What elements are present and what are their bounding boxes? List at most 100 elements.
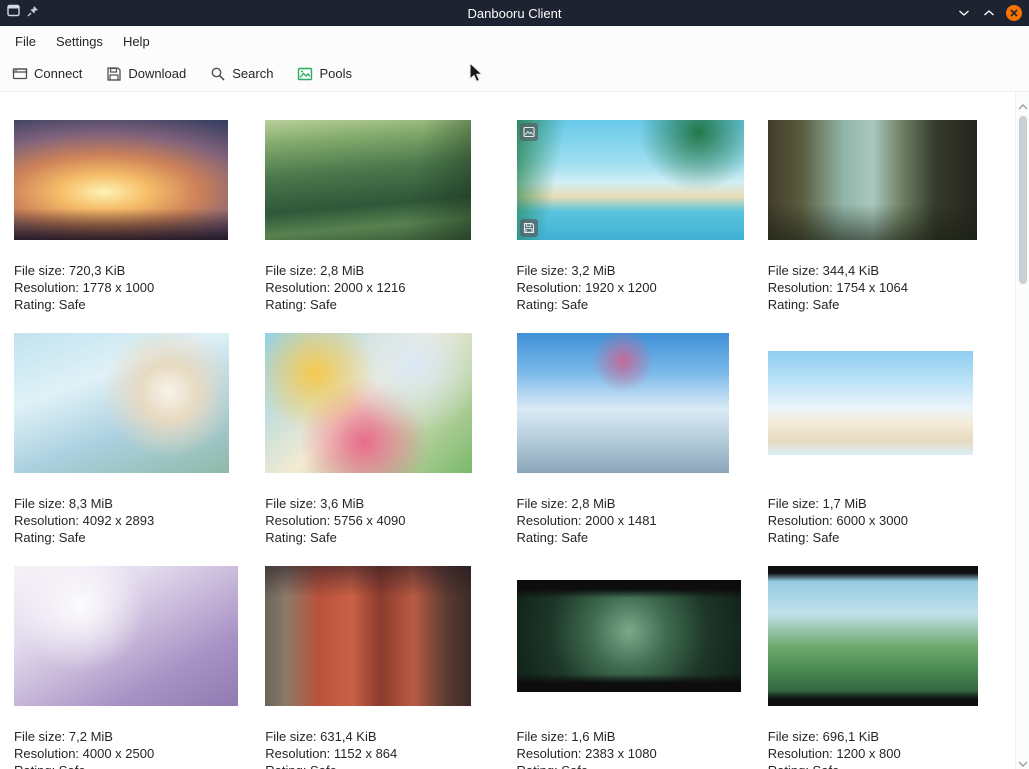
file-size-label: File size: 3,2 MiB	[517, 262, 750, 279]
post-metadata: File size: 8,3 MiB Resolution: 4092 x 28…	[14, 495, 247, 546]
snowy-mountain-thumbnail[interactable]	[14, 566, 238, 706]
two-girls-picnic-thumbnail[interactable]	[265, 333, 472, 473]
resolution-label: Resolution: 1778 x 1000	[14, 279, 247, 296]
cliff-ruins-thumbnail[interactable]	[768, 120, 977, 240]
window-title: Danbooru Client	[0, 6, 1029, 21]
file-size-label: File size: 1,6 MiB	[517, 728, 750, 745]
chevron-down-icon[interactable]	[956, 5, 972, 21]
menu-help[interactable]: Help	[113, 29, 160, 54]
post-metadata: File size: 1,6 MiB Resolution: 2383 x 10…	[517, 728, 750, 769]
gallery-item-two-girls-picnic[interactable]: File size: 3,6 MiB Resolution: 5756 x 40…	[265, 333, 498, 546]
chevron-up-icon[interactable]	[981, 5, 997, 21]
rating-label: Rating: Safe	[768, 529, 1001, 546]
image-overlay-icon	[520, 123, 538, 141]
post-metadata: File size: 720,3 KiB Resolution: 1778 x …	[14, 262, 247, 313]
gallery-item-shrine-gate[interactable]: File size: 631,4 KiB Resolution: 1152 x …	[265, 566, 498, 769]
gallery-item-forest-torii[interactable]: File size: 1,6 MiB Resolution: 2383 x 10…	[517, 566, 750, 769]
gallery-item-beach-sky[interactable]: File size: 1,7 MiB Resolution: 6000 x 30…	[768, 333, 1001, 546]
resolution-label: Resolution: 2383 x 1080	[517, 745, 750, 762]
pin-icon[interactable]	[27, 4, 39, 22]
beach-girl-thumbnail[interactable]	[517, 120, 744, 240]
download-icon	[106, 66, 122, 82]
rating-label: Rating: Safe	[768, 762, 1001, 769]
vertical-scrollbar[interactable]	[1015, 92, 1029, 769]
file-size-label: File size: 8,3 MiB	[14, 495, 247, 512]
rating-label: Rating: Safe	[265, 296, 498, 313]
thumbnail-area	[14, 120, 247, 240]
grassy-arches-thumbnail[interactable]	[768, 566, 978, 706]
post-metadata: File size: 2,8 MiB Resolution: 2000 x 12…	[265, 262, 498, 313]
resolution-label: Resolution: 4000 x 2500	[14, 745, 247, 762]
menu-settings[interactable]: Settings	[46, 29, 113, 54]
beach-sky-thumbnail[interactable]	[768, 351, 973, 455]
menubar: File Settings Help	[0, 26, 1029, 56]
gallery-item-snowy-mountain[interactable]: File size: 7,2 MiB Resolution: 4000 x 25…	[14, 566, 247, 769]
gallery-item-beach-girl[interactable]: File size: 3,2 MiB Resolution: 1920 x 12…	[517, 120, 750, 313]
close-button[interactable]	[1006, 5, 1022, 21]
pools-label: Pools	[319, 66, 352, 81]
file-size-label: File size: 631,4 KiB	[265, 728, 498, 745]
forest-path-thumbnail[interactable]	[265, 120, 471, 240]
thumbnail-area	[768, 120, 1001, 240]
post-metadata: File size: 2,8 MiB Resolution: 2000 x 14…	[517, 495, 750, 546]
scroll-up-icon[interactable]	[1018, 98, 1028, 106]
scroll-down-icon[interactable]	[1018, 755, 1028, 763]
thumbnail-area	[517, 120, 750, 240]
scrollbar-thumb[interactable]	[1019, 116, 1027, 284]
thumbnail-area	[265, 566, 498, 706]
gallery-item-grassy-arches[interactable]: File size: 696,1 KiB Resolution: 1200 x …	[768, 566, 1001, 769]
post-metadata: File size: 3,2 MiB Resolution: 1920 x 12…	[517, 262, 750, 313]
sunset-horizon-thumbnail[interactable]	[14, 120, 228, 240]
post-metadata: File size: 344,4 KiB Resolution: 1754 x …	[768, 262, 1001, 313]
content-area: File size: 720,3 KiB Resolution: 1778 x …	[0, 92, 1029, 769]
connect-label: Connect	[34, 66, 82, 81]
download-button[interactable]: Download	[106, 66, 186, 82]
pools-button[interactable]: Pools	[297, 66, 352, 82]
gallery-item-forest-path[interactable]: File size: 2,8 MiB Resolution: 2000 x 12…	[265, 120, 498, 313]
connect-button[interactable]: Connect	[12, 66, 82, 82]
gallery-grid: File size: 720,3 KiB Resolution: 1778 x …	[0, 92, 1015, 769]
file-size-label: File size: 7,2 MiB	[14, 728, 247, 745]
thumbnail-area	[14, 566, 247, 706]
gallery-item-parasol-girl[interactable]: File size: 2,8 MiB Resolution: 2000 x 14…	[517, 333, 750, 546]
save-overlay-icon	[520, 219, 538, 237]
toolbar: Connect Download Search Po	[0, 56, 1029, 92]
rating-label: Rating: Safe	[14, 529, 247, 546]
post-metadata: File size: 7,2 MiB Resolution: 4000 x 25…	[14, 728, 247, 769]
rating-label: Rating: Safe	[265, 762, 498, 769]
file-size-label: File size: 2,8 MiB	[517, 495, 750, 512]
menu-file[interactable]: File	[5, 29, 46, 54]
titlebar: Danbooru Client	[0, 0, 1029, 26]
parasol-girl-thumbnail[interactable]	[517, 333, 729, 473]
post-metadata: File size: 3,6 MiB Resolution: 5756 x 40…	[265, 495, 498, 546]
file-size-label: File size: 2,8 MiB	[265, 262, 498, 279]
resolution-label: Resolution: 1152 x 864	[265, 745, 498, 762]
resolution-label: Resolution: 1200 x 800	[768, 745, 1001, 762]
post-metadata: File size: 631,4 KiB Resolution: 1152 x …	[265, 728, 498, 769]
app-icon	[7, 4, 20, 22]
file-size-label: File size: 344,4 KiB	[768, 262, 1001, 279]
rating-label: Rating: Safe	[517, 529, 750, 546]
file-size-label: File size: 720,3 KiB	[14, 262, 247, 279]
gallery-item-cliff-ruins[interactable]: File size: 344,4 KiB Resolution: 1754 x …	[768, 120, 1001, 313]
gallery-item-sunset-horizon[interactable]: File size: 720,3 KiB Resolution: 1778 x …	[14, 120, 247, 313]
pools-icon	[297, 66, 313, 82]
resolution-label: Resolution: 1754 x 1064	[768, 279, 1001, 296]
forest-torii-thumbnail[interactable]	[517, 580, 741, 692]
file-size-label: File size: 3,6 MiB	[265, 495, 498, 512]
rating-label: Rating: Safe	[265, 529, 498, 546]
connect-icon	[12, 66, 28, 82]
gallery-item-tower-girl[interactable]: File size: 8,3 MiB Resolution: 4092 x 28…	[14, 333, 247, 546]
thumbnail-area	[265, 333, 498, 473]
file-size-label: File size: 1,7 MiB	[768, 495, 1001, 512]
shrine-gate-thumbnail[interactable]	[265, 566, 471, 706]
search-icon	[210, 66, 226, 82]
thumbnail-area	[517, 333, 750, 473]
tower-girl-thumbnail[interactable]	[14, 333, 229, 473]
search-button[interactable]: Search	[210, 66, 273, 82]
thumbnail-area	[265, 120, 498, 240]
rating-label: Rating: Safe	[768, 296, 1001, 313]
download-label: Download	[128, 66, 186, 81]
resolution-label: Resolution: 4092 x 2893	[14, 512, 247, 529]
thumbnail-area	[517, 566, 750, 706]
